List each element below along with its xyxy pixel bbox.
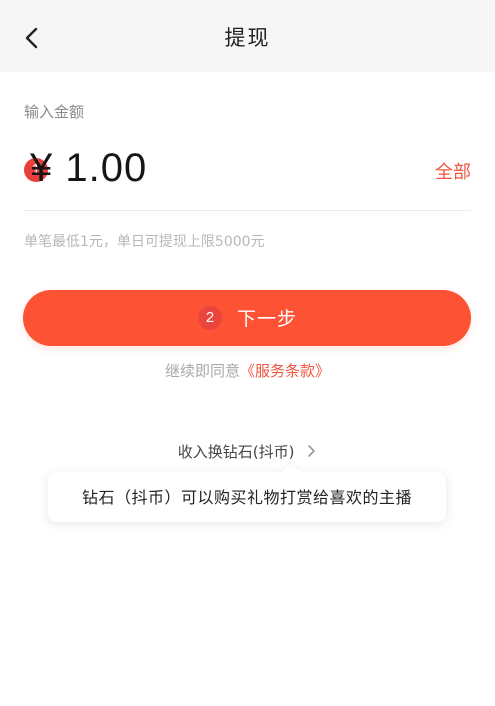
top-bar: 提现 — [0, 0, 495, 72]
amount-value: 1.00 — [65, 146, 148, 190]
page-title: 提现 — [224, 26, 271, 50]
agreement-row: 继续即同意《服务条款》 — [0, 360, 495, 381]
tooltip-text: 钻石（抖币）可以购买礼物打赏给喜欢的主播 — [81, 488, 412, 507]
terms-link[interactable]: 《服务条款》 — [240, 362, 330, 380]
withdraw-all-link[interactable]: 全部 — [435, 158, 471, 184]
limit-note: 单笔最低1元，单日可提现上限5000元 — [24, 234, 265, 250]
agreement-prefix: 继续即同意 — [164, 362, 240, 380]
amount-label: 输入金额 — [24, 103, 85, 121]
amount-input[interactable]: ¥ 1.00 — [30, 146, 147, 191]
next-step-button[interactable]: 2 下一步 — [23, 290, 471, 346]
step-marker-2: 2 — [198, 306, 222, 330]
diamonds-tooltip: 钻石（抖币）可以购买礼物打赏给喜欢的主播 — [48, 462, 446, 522]
exchange-link-label: 收入换钻石(抖币) — [177, 443, 295, 461]
exchange-diamonds-link[interactable]: 收入换钻石(抖币) — [0, 441, 495, 462]
amount-input-row[interactable]: 1 ¥ 1.00 全部 — [24, 140, 471, 211]
chevron-right-icon — [307, 444, 317, 462]
withdraw-page: 提现 输入金额 1 ¥ 1.00 全部 单笔最低1元，单日可提现上限5000元 … — [0, 0, 495, 706]
next-step-label: 下一步 — [237, 308, 298, 330]
currency-symbol: ¥ — [30, 146, 54, 190]
